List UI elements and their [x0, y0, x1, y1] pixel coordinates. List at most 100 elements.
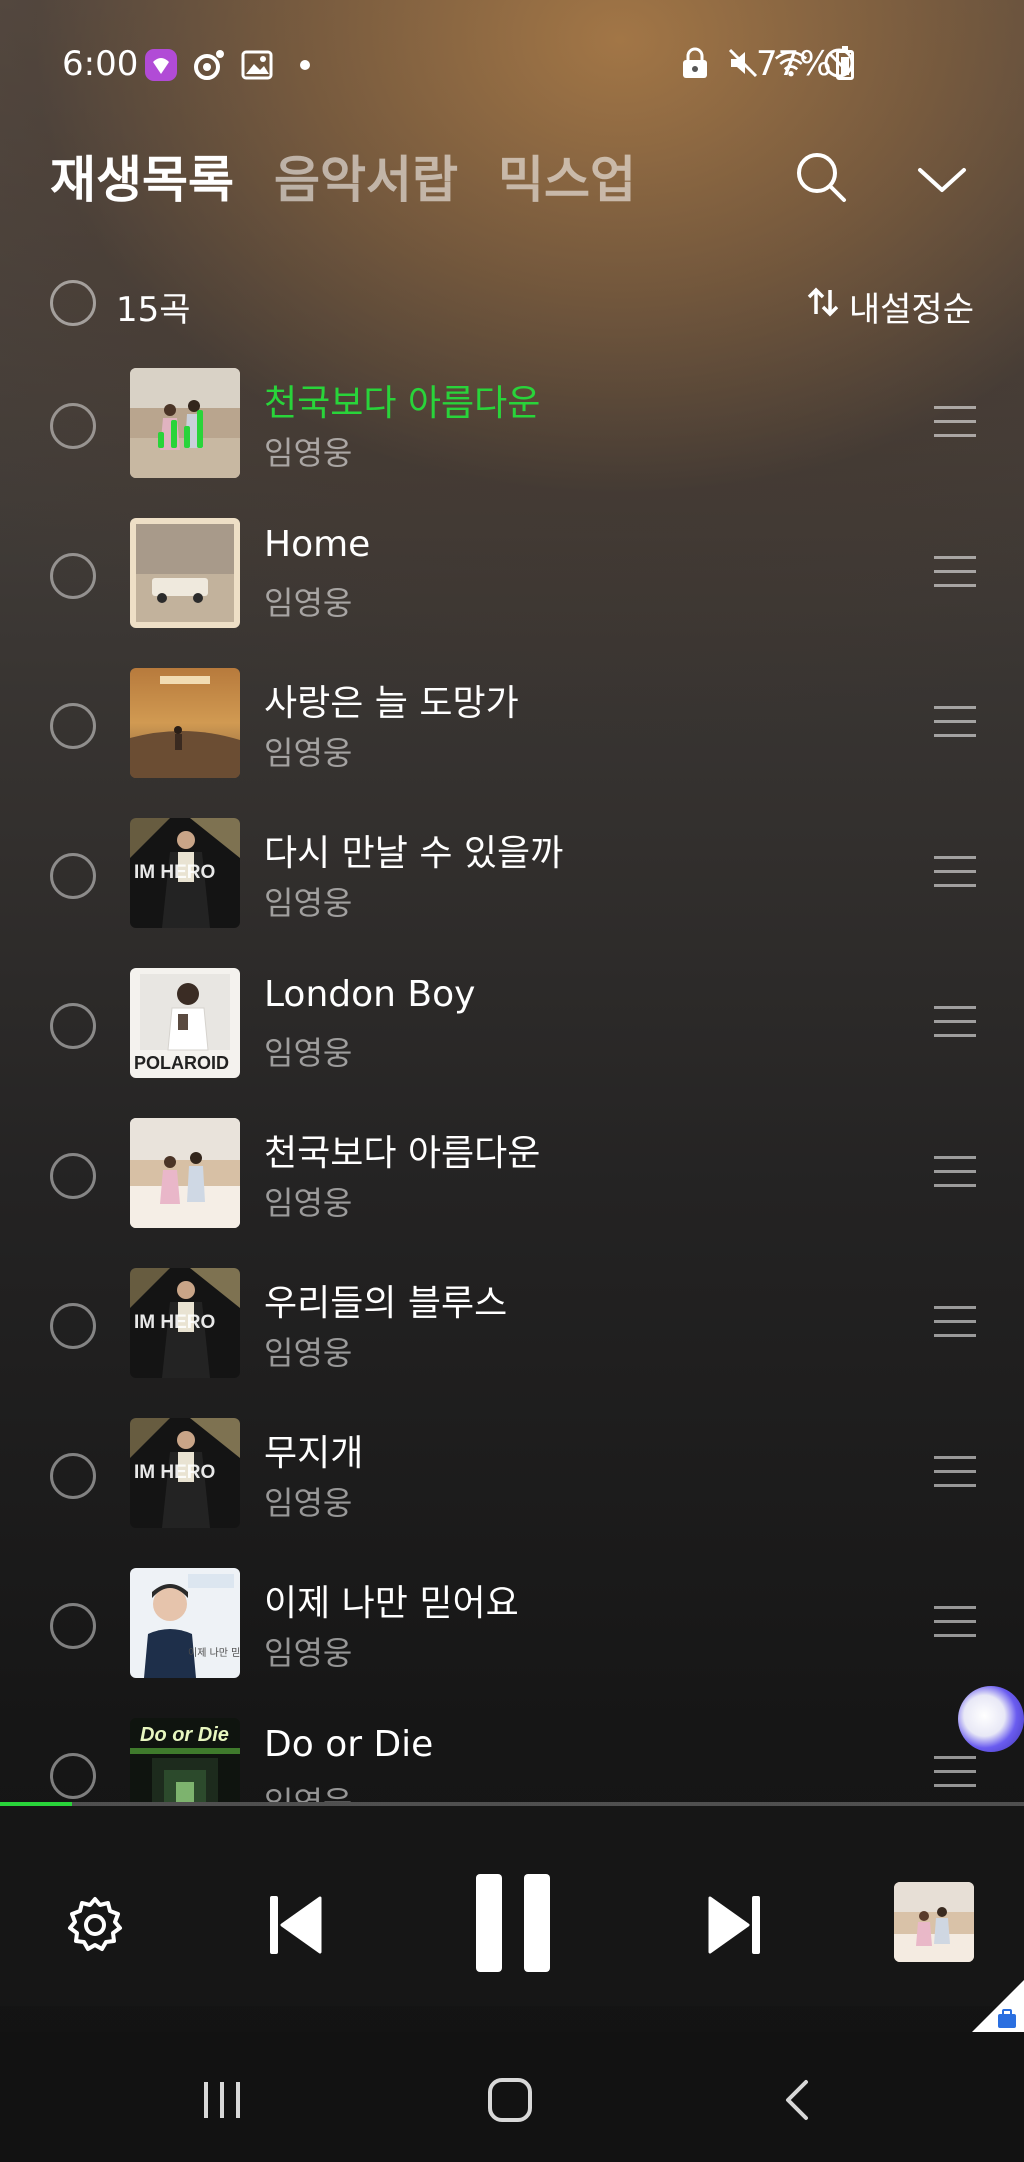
player-bar	[0, 1806, 1024, 2006]
song-title: 우리들의 블루스	[264, 1283, 508, 1324]
playing-equalizer-icon	[158, 406, 203, 448]
drag-handle-icon[interactable]	[934, 556, 976, 590]
tab-playlist[interactable]: 재생목록	[50, 140, 234, 212]
song-title: London Boy	[264, 974, 476, 1015]
song-title: 다시 만날 수 있을까	[264, 833, 564, 874]
status-bar: 6:00 77%	[0, 0, 1024, 130]
tab-bar: 재생목록 음악서랍 믹스업	[50, 140, 636, 212]
song-row[interactable]: Home 임영웅	[0, 500, 1024, 650]
lock-icon	[678, 46, 712, 80]
song-select-checkbox[interactable]	[50, 1153, 96, 1199]
song-count: 15곡	[116, 290, 191, 330]
song-row[interactable]: 사랑은 늘 도망가임영웅	[0, 650, 1024, 800]
floating-assistant-bubble[interactable]	[958, 1686, 1024, 1752]
song-row[interactable]: IM HERO 우리들의 블루스임영웅	[0, 1250, 1024, 1400]
album-art: Do or Die	[130, 1718, 240, 1802]
home-icon[interactable]	[486, 2076, 534, 2128]
song-title: 사랑은 늘 도망가	[264, 683, 519, 724]
song-select-checkbox[interactable]	[50, 1303, 96, 1349]
drag-handle-icon[interactable]	[934, 706, 976, 740]
shortcut-corner-icon[interactable]	[964, 1980, 1024, 2040]
album-art-text: POLAROID	[134, 1053, 230, 1073]
navigation-bar	[0, 2032, 1024, 2162]
song-title: 이제 나만 믿어요	[264, 1583, 519, 1624]
previous-icon[interactable]	[268, 1894, 324, 1960]
album-art: IM HERO	[130, 1268, 240, 1378]
drag-handle-icon[interactable]	[934, 1456, 976, 1490]
song-row[interactable]: Do or Die Do or Die 임영웅	[0, 1700, 1024, 1802]
song-select-checkbox[interactable]	[50, 1753, 96, 1799]
album-art	[130, 368, 240, 478]
song-select-checkbox[interactable]	[50, 553, 96, 599]
song-artist: 임영웅	[264, 1184, 353, 1222]
drag-handle-icon[interactable]	[934, 406, 976, 440]
song-row[interactable]: POLAROID London Boy 임영웅	[0, 950, 1024, 1100]
drag-handle-icon[interactable]	[934, 856, 976, 890]
song-select-checkbox[interactable]	[50, 703, 96, 749]
song-select-checkbox[interactable]	[50, 1453, 96, 1499]
sort-button[interactable]: 내설정순	[805, 282, 974, 331]
sort-icon	[805, 284, 841, 329]
recent-apps-icon[interactable]	[200, 2080, 246, 2124]
search-icon[interactable]	[792, 148, 852, 208]
drag-handle-icon[interactable]	[934, 1756, 976, 1790]
song-artist: 임영웅	[264, 1334, 353, 1372]
album-art: 이제 나만 믿어요	[130, 1568, 240, 1678]
song-row[interactable]: IM HERO 무지개임영웅	[0, 1400, 1024, 1550]
now-playing-artwork[interactable]	[894, 1882, 974, 1962]
song-title: 천국보다 아름다운	[264, 1133, 541, 1174]
tab-mixup[interactable]: 믹스업	[498, 140, 636, 212]
song-artist: 임영웅	[264, 1778, 352, 1802]
back-icon[interactable]	[778, 2078, 814, 2126]
battery-icon	[836, 46, 854, 80]
song-row[interactable]: 천국보다 아름다운임영웅	[0, 1100, 1024, 1250]
song-row[interactable]: 천국보다 아름다운임영웅	[0, 350, 1024, 500]
drag-handle-icon[interactable]	[934, 1306, 976, 1340]
song-select-checkbox[interactable]	[50, 853, 96, 899]
svg-text:이제 나만 믿어요: 이제 나만 믿어요	[188, 1647, 240, 1659]
mute-icon	[726, 46, 760, 80]
album-art	[130, 1118, 240, 1228]
battery-percent: 77%	[756, 44, 832, 84]
song-row[interactable]: IM HERO 다시 만날 수 있을까임영웅	[0, 800, 1024, 950]
song-artist: 임영웅	[264, 1034, 353, 1072]
app-badge-icon	[144, 48, 178, 82]
song-select-checkbox[interactable]	[50, 1003, 96, 1049]
song-title: 무지개	[264, 1433, 364, 1474]
album-art	[130, 668, 240, 778]
sort-label: 내설정순	[848, 290, 974, 330]
chevron-down-icon[interactable]	[912, 150, 972, 210]
song-select-checkbox[interactable]	[50, 403, 96, 449]
record-icon	[192, 48, 226, 82]
status-left-icons	[144, 48, 322, 82]
pause-icon[interactable]	[474, 1872, 552, 1978]
status-time: 6:00	[62, 44, 139, 84]
song-select-checkbox[interactable]	[50, 1603, 96, 1649]
song-artist: 임영웅	[264, 1634, 353, 1672]
gallery-icon	[240, 48, 274, 82]
album-art: IM HERO	[130, 1418, 240, 1528]
settings-icon[interactable]	[64, 1894, 126, 1960]
song-row[interactable]: 이제 나만 믿어요이제 나만 믿어요임영웅	[0, 1550, 1024, 1700]
album-art-text: Do or Die	[140, 1724, 229, 1746]
select-all-checkbox[interactable]	[50, 280, 96, 326]
album-art-text: IM HERO	[134, 1312, 216, 1333]
drag-handle-icon[interactable]	[934, 1606, 976, 1640]
song-title: 천국보다 아름다운	[264, 383, 541, 424]
next-icon[interactable]	[706, 1894, 762, 1960]
tab-music-drawer[interactable]: 음악서랍	[274, 140, 458, 212]
song-artist: 임영웅	[264, 434, 353, 472]
album-art	[130, 518, 240, 628]
album-art: IM HERO	[130, 818, 240, 928]
song-artist: 임영웅	[264, 1484, 353, 1522]
song-title: Do or Die	[264, 1724, 434, 1765]
dot-icon	[288, 48, 322, 82]
song-list: 천국보다 아름다운 임영웅 Home 임영웅 사랑은 늘 도망가 임영웅 IM HERO 다시…	[0, 350, 1024, 1802]
drag-handle-icon[interactable]	[934, 1156, 976, 1190]
song-artist: 임영웅	[264, 884, 353, 922]
album-art-text: IM HERO	[134, 1462, 216, 1483]
drag-handle-icon[interactable]	[934, 1006, 976, 1040]
song-artist: 임영웅	[264, 584, 353, 622]
song-artist: 임영웅	[264, 734, 353, 772]
album-art: POLAROID	[130, 968, 240, 1078]
